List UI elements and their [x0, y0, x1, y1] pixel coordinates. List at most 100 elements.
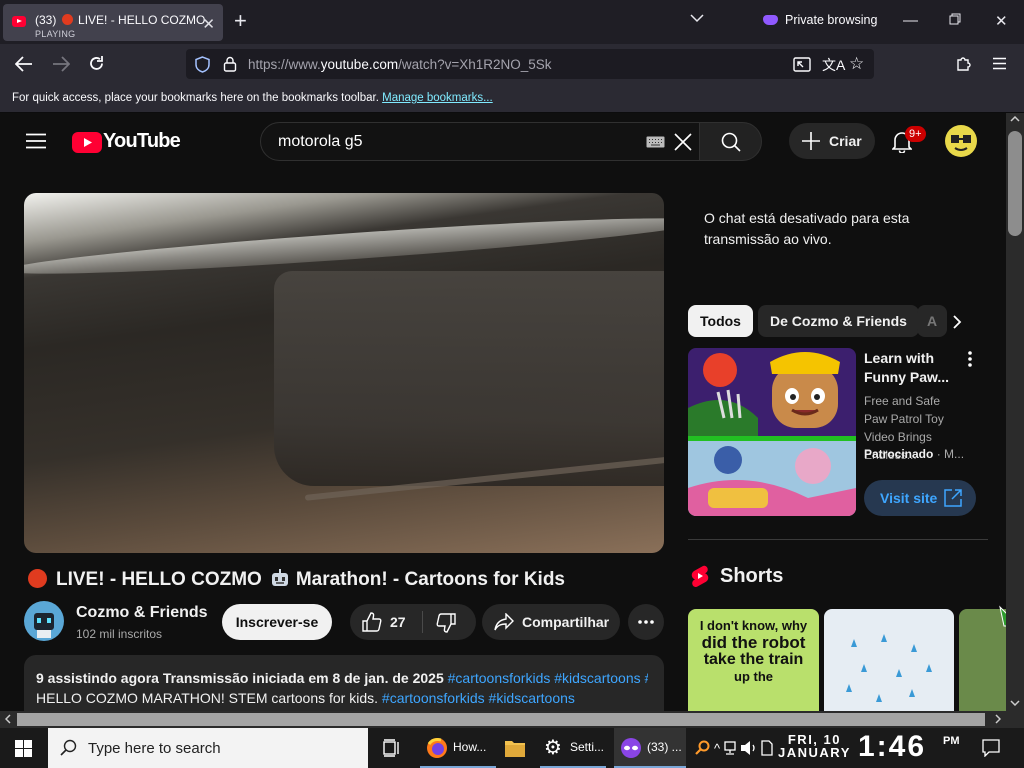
network-icon[interactable] [722, 740, 738, 756]
description-line-1: 9 assistindo agora Transmissão iniciada … [36, 670, 648, 686]
create-button[interactable]: Criar [789, 123, 875, 159]
subscribe-button[interactable]: Inscrever-se [222, 604, 332, 640]
forward-arrow-icon[interactable] [52, 56, 70, 72]
taskbar-date[interactable]: FRI, 10 JANUARY [778, 733, 851, 759]
scroll-right-arrow-icon[interactable] [995, 714, 1001, 724]
windows-taskbar: Type here to search How... ⚙ Setti... (3… [0, 728, 1024, 768]
back-arrow-icon[interactable] [15, 56, 33, 72]
navigation-toolbar: https://www.youtube.com/watch?v=Xh1R2NO_… [0, 44, 1024, 84]
taskbar-search-placeholder: Type here to search [88, 740, 221, 757]
tab-close-icon[interactable]: ✕ [202, 15, 215, 33]
short-thumbnail[interactable] [824, 609, 954, 711]
new-tab-button[interactable]: + [234, 10, 247, 32]
tab-title: (33) LIVE! - HELLO COZMO [35, 13, 205, 27]
live-dot-icon [61, 14, 73, 25]
video-title: LIVE! - HELLO COZMO Marathon! - Cartoons … [28, 568, 565, 591]
keyboard-icon[interactable] [646, 136, 665, 148]
translate-icon[interactable]: 文A [822, 55, 845, 75]
restore-window-icon[interactable] [949, 13, 961, 25]
picture-in-picture-icon[interactable] [793, 57, 811, 72]
tab-title-prefix: (33) [35, 13, 57, 27]
hashtag-link[interactable]: # [645, 670, 648, 686]
taskbar-search-icon [60, 739, 77, 756]
chip-partial[interactable]: A [917, 305, 947, 337]
file-explorer-icon[interactable] [504, 738, 526, 758]
search-query: motorola g5 [278, 133, 363, 150]
description-line-2: HELLO COZMO MARATHON! STEM cartoons for … [36, 690, 575, 706]
channel-avatar[interactable] [24, 601, 64, 641]
youtube-logo-text[interactable]: YouTube [103, 130, 181, 153]
ad-advertiser: M... [944, 447, 965, 461]
manage-bookmarks-link[interactable]: Manage bookmarks... [382, 92, 493, 104]
extensions-puzzle-icon[interactable] [956, 55, 973, 72]
application-menu-icon[interactable] [992, 57, 1007, 70]
search-input[interactable]: motorola g5 [260, 122, 700, 161]
scroll-up-arrow-icon[interactable] [1010, 116, 1020, 122]
url-host-prefix: https://www. [248, 57, 321, 72]
chip-from-channel[interactable]: De Cozmo & Friends [758, 305, 919, 337]
hashtag-link[interactable]: #kidscartoons [554, 670, 640, 686]
volume-icon[interactable] [740, 740, 758, 756]
task-view-icon[interactable] [383, 739, 401, 757]
vertical-scrollbar-thumb[interactable] [1008, 131, 1022, 236]
show-hidden-icons-chevron-icon[interactable]: ^ [714, 741, 720, 756]
short-thumbnail[interactable]: I don't know, why did the robot take the… [688, 609, 819, 711]
minimize-window-icon[interactable]: — [903, 12, 918, 29]
like-dislike-group: 27 [350, 604, 476, 640]
taskbar-app-label: How... [453, 740, 487, 754]
chips-next-chevron-icon[interactable] [952, 314, 962, 330]
windows-start-icon[interactable] [15, 740, 32, 757]
video-description-box[interactable]: 9 assistindo agora Transmissão iniciada … [24, 655, 664, 711]
hashtag-link[interactable]: #cartoonsforkids [382, 690, 485, 706]
hashtag-link[interactable]: #cartoonsforkids [448, 670, 551, 686]
browser-tab-active[interactable]: (33) LIVE! - HELLO COZMO PLAYING ✕ [3, 4, 223, 41]
hashtag-link[interactable]: #kidscartoons [489, 690, 575, 706]
description-text: HELLO COZMO MARATHON! STEM cartoons for … [36, 690, 379, 706]
onedrive-icon[interactable] [760, 740, 774, 756]
share-button[interactable]: Compartilhar [482, 604, 620, 640]
bookmark-star-icon[interactable]: ☆ [849, 54, 864, 74]
video-player[interactable] [24, 193, 664, 553]
close-window-icon[interactable]: ✕ [995, 12, 1008, 30]
video-title-part-1: LIVE! - HELLO COZMO [56, 569, 262, 590]
padlock-icon[interactable] [223, 56, 237, 72]
list-all-tabs-chevron-icon[interactable] [690, 14, 704, 23]
ad-thumbnail[interactable] [688, 348, 856, 516]
visit-site-button[interactable]: Visit site [864, 480, 976, 516]
address-bar[interactable]: https://www.youtube.com/watch?v=Xh1R2NO_… [186, 49, 874, 79]
horizontal-scrollbar-thumb[interactable] [17, 713, 985, 726]
taskbar-app-firefox[interactable]: How... [420, 728, 496, 768]
youtube-favicon-icon [12, 16, 26, 27]
account-avatar[interactable] [945, 125, 977, 157]
clear-search-icon[interactable] [674, 133, 692, 151]
private-browsing-label: Private browsing [785, 13, 878, 27]
scroll-left-arrow-icon[interactable] [5, 714, 11, 724]
action-center-notification-icon[interactable] [982, 739, 1000, 757]
taskbar-search-box[interactable]: Type here to search [48, 728, 368, 768]
external-link-icon [944, 489, 962, 507]
taskbar-app-settings[interactable]: ⚙ Setti... [540, 728, 606, 768]
taskbar-month: JANUARY [778, 745, 851, 760]
ad-title[interactable]: Learn with Funny Paw... [864, 349, 964, 387]
plus-icon [802, 132, 820, 150]
notification-count-badge: 9+ [905, 126, 926, 142]
video-frame-object [274, 271, 664, 486]
search-button[interactable] [699, 122, 762, 161]
tab-playing-status: PLAYING [35, 29, 76, 39]
more-actions-button[interactable] [628, 604, 664, 640]
tracking-protection-shield-icon[interactable] [195, 56, 210, 73]
taskbar-app-firefox-private[interactable]: (33) ... [614, 728, 686, 768]
ad-sponsored-line: Patrocinado · M... [864, 447, 965, 461]
dislike-thumb-down-icon[interactable] [436, 613, 456, 633]
youtube-logo-icon[interactable] [72, 132, 102, 153]
taskbar-clock-time[interactable]: 1:46 [858, 730, 926, 764]
search-tray-icon[interactable] [694, 740, 710, 756]
scroll-down-arrow-icon[interactable] [1010, 700, 1020, 706]
like-thumb-up-icon[interactable] [362, 612, 382, 632]
ad-options-kebab-icon[interactable] [968, 351, 972, 367]
video-title-part-2: Marathon! - Cartoons for Kids [295, 569, 565, 590]
guide-menu-icon[interactable] [26, 133, 46, 149]
channel-name[interactable]: Cozmo & Friends [76, 604, 208, 622]
chip-all[interactable]: Todos [688, 305, 753, 337]
reload-icon[interactable] [88, 55, 105, 72]
